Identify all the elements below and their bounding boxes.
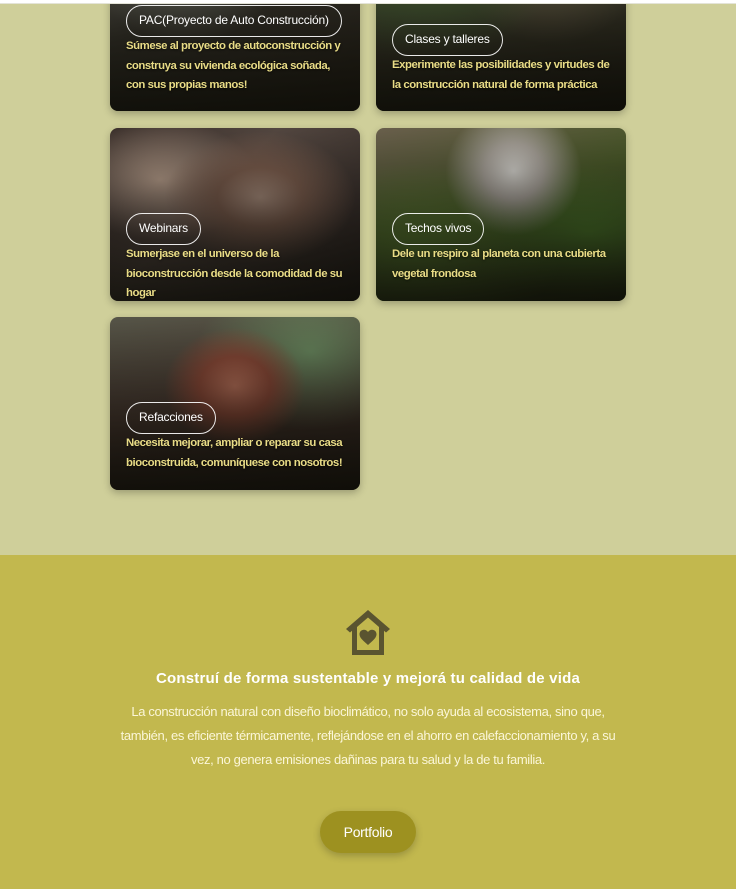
service-description: Experimente las posibilidades y virtudes…	[392, 59, 610, 91]
service-tag-refacciones[interactable]: Refacciones	[126, 402, 216, 434]
service-tag-techos[interactable]: Techos vivos	[392, 213, 485, 245]
service-description: Sumerjase en el universo de la bioconstr…	[126, 248, 343, 299]
service-card-pac[interactable]: PAC(Proyecto de Auto Construcción) Súmes…	[110, 0, 360, 111]
service-description: Súmese al proyecto de autoconstrucción y…	[126, 40, 341, 91]
service-card-refacciones[interactable]: Refacciones Necesita mejorar, ampliar o …	[110, 317, 360, 490]
top-navigation-bar-edge	[0, 0, 736, 4]
services-cards-section: PAC(Proyecto de Auto Construcción) Súmes…	[0, 0, 736, 555]
service-card-webinars[interactable]: Webinars Sumerjase en el universo de la …	[110, 128, 360, 301]
feature-body-text: La construcción natural con diseño biocl…	[120, 704, 616, 767]
service-tag-clases[interactable]: Clases y talleres	[392, 24, 503, 56]
portfolio-button[interactable]: Portfolio	[320, 811, 416, 853]
service-tag-webinars[interactable]: Webinars	[126, 213, 201, 245]
house-heart-icon	[346, 610, 390, 655]
service-description: Dele un respiro al planeta con una cubie…	[392, 248, 606, 280]
feature-headline: Construí de forma sustentable y mejorá t…	[155, 670, 580, 687]
service-description: Necesita mejorar, ampliar o reparar su c…	[126, 437, 343, 469]
service-card-clases[interactable]: Clases y talleres Experimente las posibi…	[376, 0, 626, 111]
service-card-techos[interactable]: Techos vivos Dele un respiro al planeta …	[376, 128, 626, 301]
service-tag-pac[interactable]: PAC(Proyecto de Auto Construcción)	[126, 5, 342, 37]
